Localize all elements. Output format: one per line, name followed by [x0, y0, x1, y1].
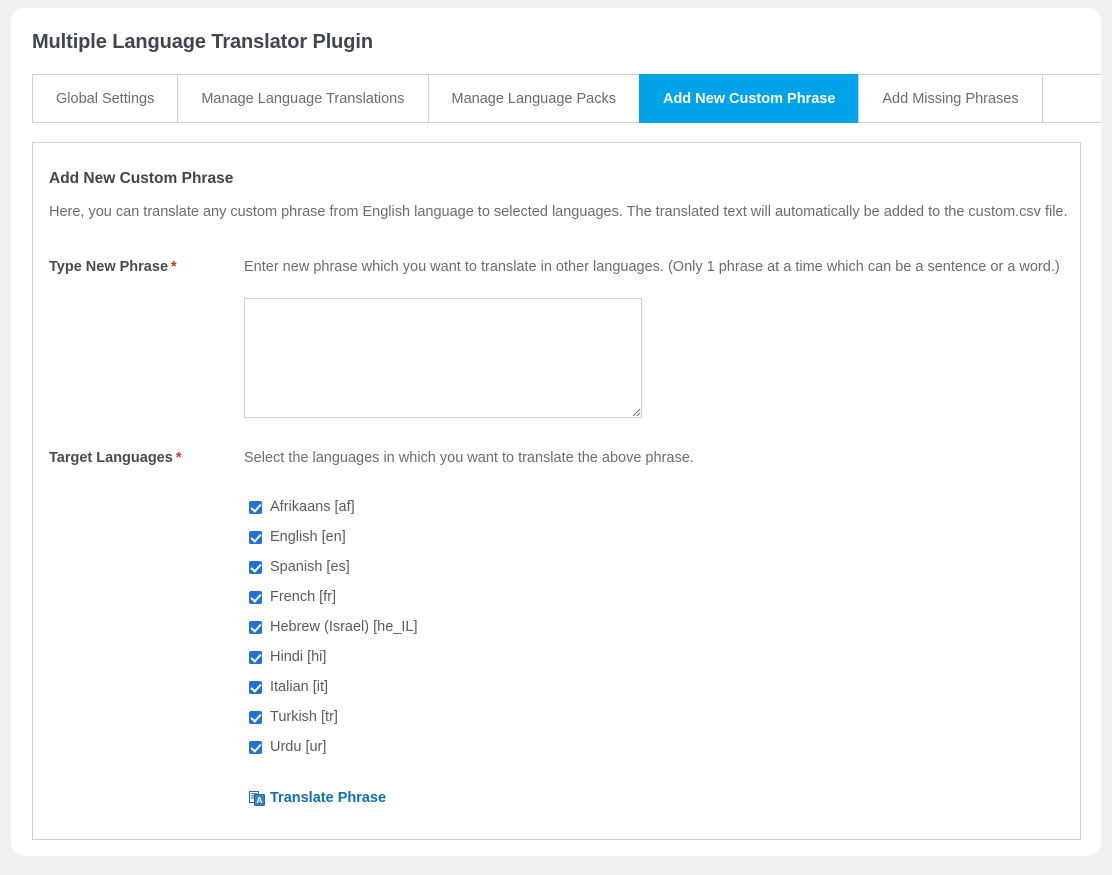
languages-field-body: Select the languages in which you want t…: [244, 450, 694, 806]
tab-global-settings[interactable]: Global Settings: [32, 74, 178, 123]
list-item[interactable]: Italian [it]: [249, 672, 694, 702]
phrase-field-label: Type New Phrase *: [49, 259, 177, 275]
checkbox-urdu[interactable]: [249, 740, 262, 754]
svg-text:A: A: [256, 795, 262, 805]
languages-field-label: Target Languages *: [49, 450, 181, 466]
add-new-custom-phrase-panel: Add New Custom Phrase Here, you can tran…: [32, 142, 1081, 840]
languages-required-marker: *: [175, 450, 182, 466]
panel-title: Add New Custom Phrase: [49, 170, 234, 187]
translate-icon: A: [249, 791, 265, 806]
new-phrase-input[interactable]: [244, 298, 642, 418]
list-item-label: Hindi [hi]: [270, 649, 327, 665]
checkbox-spanish[interactable]: [249, 560, 262, 574]
list-item-label: English [en]: [270, 529, 346, 545]
list-item-label: Italian [it]: [270, 679, 329, 695]
translate-phrase-label: Translate Phrase: [270, 790, 387, 806]
list-item-label: Afrikaans [af]: [270, 499, 355, 515]
list-item-label: Turkish [tr]: [270, 709, 338, 725]
phrase-label-text: Type New Phrase: [49, 259, 169, 275]
list-item[interactable]: Hindi [hi]: [249, 642, 694, 672]
languages-help-text: Select the languages in which you want t…: [244, 450, 694, 466]
panel-description: Here, you can translate any custom phras…: [49, 204, 1068, 220]
list-item[interactable]: Hebrew (Israel) [he_IL]: [249, 612, 694, 642]
tab-manage-language-packs[interactable]: Manage Language Packs: [427, 74, 639, 123]
list-item-label: French [fr]: [270, 589, 337, 605]
checkbox-english[interactable]: [249, 530, 262, 544]
list-item-label: Urdu [ur]: [270, 739, 327, 755]
target-language-list: Afrikaans [af] English [en] Spanish [es]…: [249, 492, 694, 762]
page-title: Multiple Language Translator Plugin: [32, 31, 373, 53]
phrase-field-body: Enter new phrase which you want to trans…: [244, 259, 1060, 418]
list-item-label: Spanish [es]: [270, 559, 350, 575]
list-item[interactable]: Spanish [es]: [249, 552, 694, 582]
tab-add-new-custom-phrase[interactable]: Add New Custom Phrase: [638, 74, 859, 123]
checkbox-hebrew-israel[interactable]: [249, 620, 262, 634]
list-item[interactable]: Urdu [ur]: [249, 732, 694, 762]
tab-manage-language-translations[interactable]: Manage Language Translations: [177, 74, 428, 123]
translate-phrase-button[interactable]: A Translate Phrase: [249, 790, 386, 806]
checkbox-turkish[interactable]: [249, 710, 262, 724]
list-item[interactable]: Turkish [tr]: [249, 702, 694, 732]
list-item-label: Hebrew (Israel) [he_IL]: [270, 619, 418, 635]
languages-label-text: Target Languages: [49, 450, 173, 466]
list-item[interactable]: Afrikaans [af]: [249, 492, 694, 522]
checkbox-afrikaans[interactable]: [249, 500, 262, 514]
list-item[interactable]: French [fr]: [249, 582, 694, 612]
phrase-help-text: Enter new phrase which you want to trans…: [244, 259, 1060, 275]
tab-bar: Global Settings Manage Language Translat…: [32, 74, 1101, 123]
tab-empty-slot: [1041, 74, 1101, 123]
checkbox-french[interactable]: [249, 590, 262, 604]
list-item[interactable]: English [en]: [249, 522, 694, 552]
plugin-card: Multiple Language Translator Plugin Glob…: [11, 8, 1101, 856]
phrase-required-marker: *: [171, 259, 177, 275]
checkbox-italian[interactable]: [249, 680, 262, 694]
checkbox-hindi[interactable]: [249, 650, 262, 664]
tab-add-missing-phrases[interactable]: Add Missing Phrases: [858, 74, 1042, 123]
